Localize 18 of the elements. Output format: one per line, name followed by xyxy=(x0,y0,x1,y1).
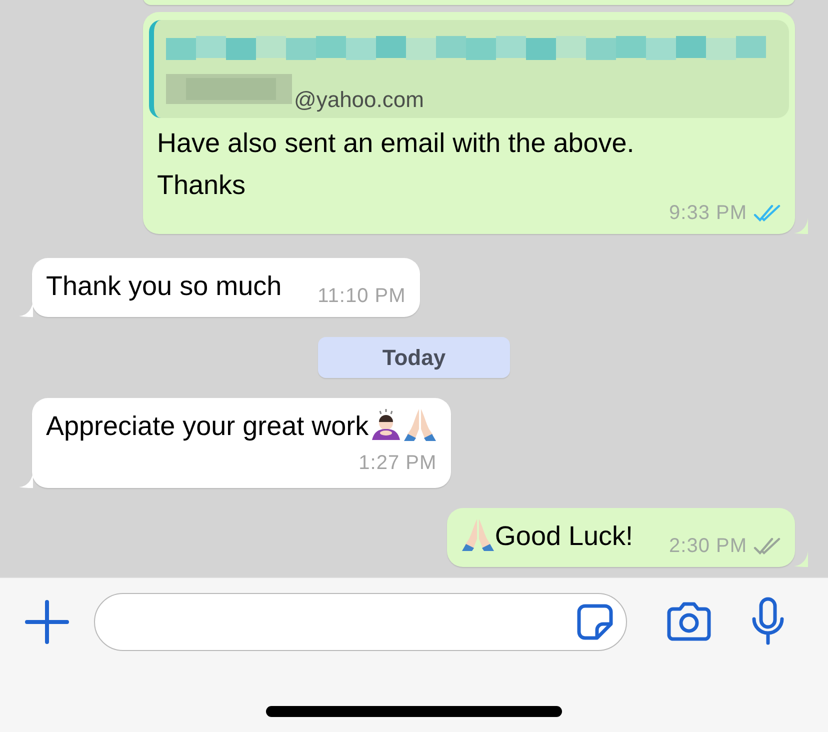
message-time: 9:33 PM xyxy=(669,201,747,226)
praying-hands-icon xyxy=(460,517,495,551)
add-icon[interactable] xyxy=(24,599,70,645)
message-time: 1:27 PM xyxy=(358,451,437,476)
praying-hands-icon xyxy=(402,406,437,440)
message-text: Thank you so much xyxy=(46,270,282,303)
message-text: Have also sent an email with the above. Thanks xyxy=(157,127,636,202)
camera-icon[interactable] xyxy=(665,602,713,642)
message-text: Good Luck! xyxy=(460,516,634,556)
bubble-tail xyxy=(794,218,808,234)
quoted-email: @yahoo.com xyxy=(294,86,424,114)
sticker-icon[interactable] xyxy=(576,603,614,641)
message-time: 11:10 PM xyxy=(318,284,406,308)
message-time: 2:30 PM xyxy=(669,534,747,558)
message-text: Appreciate your great work xyxy=(46,410,437,440)
date-label: Today xyxy=(318,336,510,378)
microphone-icon[interactable] xyxy=(751,597,785,647)
bubble-tail xyxy=(794,550,808,566)
